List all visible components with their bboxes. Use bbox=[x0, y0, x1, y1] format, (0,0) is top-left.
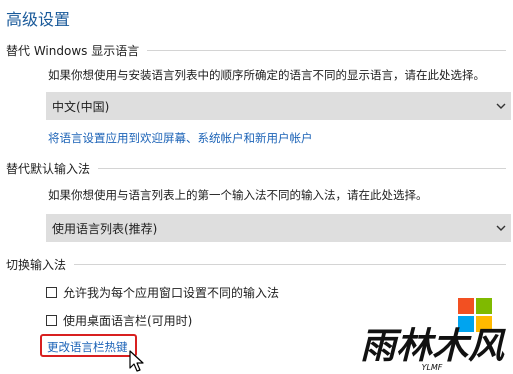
input-method-header: 替代默认输入法 bbox=[6, 160, 506, 176]
chevron-down-icon bbox=[496, 214, 506, 242]
desktop-language-bar-label: 使用桌面语言栏(可用时) bbox=[63, 314, 193, 328]
highlight-box bbox=[40, 334, 137, 357]
switch-input-header: 切换输入法 bbox=[6, 256, 506, 272]
display-language-selected: 中文(中国) bbox=[52, 99, 110, 114]
chevron-down-icon bbox=[496, 92, 506, 120]
brand-watermark: 雨林木风 YLMF bbox=[360, 326, 506, 372]
per-app-input-option[interactable]: 允许我为每个应用窗口设置不同的输入法 bbox=[46, 284, 279, 301]
input-method-dropdown[interactable]: 使用语言列表(推荐) bbox=[46, 214, 511, 242]
divider bbox=[74, 263, 506, 265]
page-title: 高级设置 bbox=[6, 10, 71, 29]
divider bbox=[98, 167, 506, 169]
switch-input-heading: 切换输入法 bbox=[6, 257, 67, 272]
display-language-header: 替代 Windows 显示语言 bbox=[6, 42, 506, 58]
per-app-input-checkbox[interactable] bbox=[46, 287, 57, 298]
per-app-input-label: 允许我为每个应用窗口设置不同的输入法 bbox=[63, 286, 280, 300]
brand-sub-text: YLMF bbox=[422, 363, 443, 372]
input-method-selected: 使用语言列表(推荐) bbox=[52, 221, 158, 236]
mouse-pointer-icon bbox=[129, 350, 144, 372]
apply-language-settings-link[interactable]: 将语言设置应用到欢迎屏幕、系统帐户和新用户帐户 bbox=[48, 130, 313, 146]
display-language-description: 如果你想使用与安装语言列表中的顺序所确定的语言不同的显示语言，请在此处选择。 bbox=[48, 68, 485, 82]
divider bbox=[147, 49, 506, 51]
brand-text: 雨林木风 bbox=[360, 326, 506, 367]
display-language-dropdown[interactable]: 中文(中国) bbox=[46, 92, 511, 120]
input-method-description: 如果你想使用与语言列表上的第一个输入法不同的输入法，请在此处选择。 bbox=[48, 188, 428, 202]
desktop-language-bar-checkbox[interactable] bbox=[46, 315, 57, 326]
desktop-language-bar-option[interactable]: 使用桌面语言栏(可用时) bbox=[46, 312, 192, 329]
input-method-heading: 替代默认输入法 bbox=[6, 161, 91, 176]
display-language-heading: 替代 Windows 显示语言 bbox=[6, 43, 140, 58]
